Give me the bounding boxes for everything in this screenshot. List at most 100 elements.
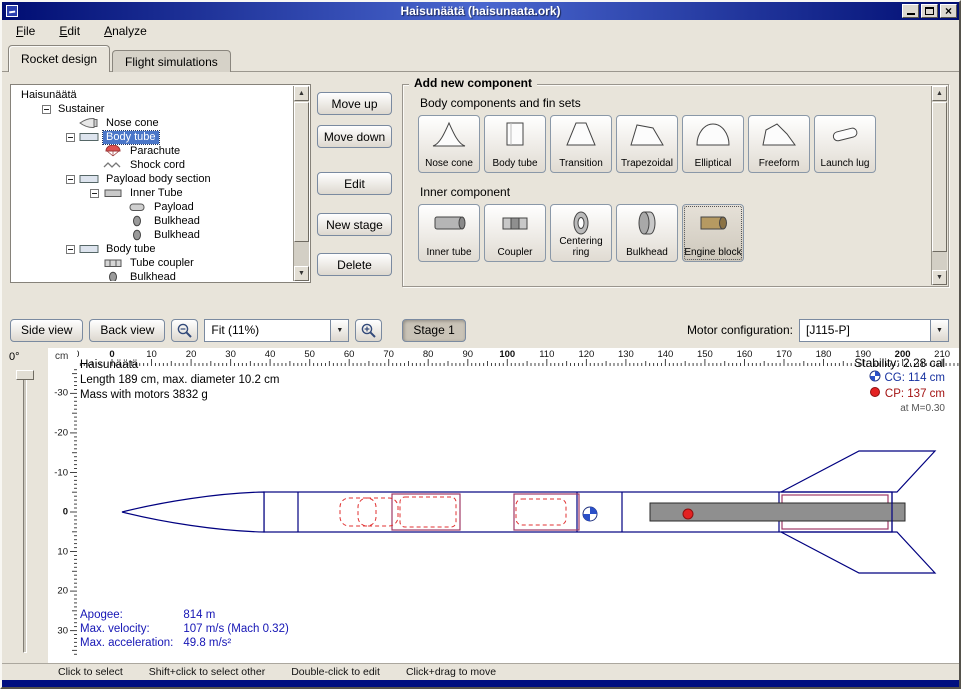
add-engine-block-button[interactable]: Engine block <box>682 204 744 262</box>
titlebar[interactable]: Haisunäätä (haisunaata.ork) <box>2 2 959 20</box>
tree-item-label: Payload <box>151 201 197 214</box>
zoom-select[interactable]: Fit (11%) ▼ <box>204 319 349 342</box>
menu-item-analyze[interactable]: Analyze <box>100 22 151 40</box>
close-icon <box>941 5 956 17</box>
scrollbar-thumb[interactable] <box>294 102 309 242</box>
body-tube-icon <box>79 131 100 143</box>
tree-item-label: Tube coupler <box>127 257 197 270</box>
stage-1-toggle[interactable]: Stage 1 <box>402 319 465 342</box>
shock-cord-icon <box>103 159 124 171</box>
tree-item[interactable]: Parachute <box>12 144 293 158</box>
stat-label: Max. acceleration: <box>80 637 173 649</box>
menu-item-file[interactable]: File <box>12 22 39 40</box>
close-button[interactable] <box>940 4 957 18</box>
rocket-view[interactable]: cm -100102030405060708090100110120130140… <box>48 348 959 663</box>
status-hint: Click+drag to move <box>406 666 496 678</box>
tree-item[interactable]: Inner Tube <box>12 186 293 200</box>
tree-expander-icon[interactable] <box>66 133 75 142</box>
bulkhead-icon <box>103 271 124 281</box>
side-view-button[interactable]: Side view <box>10 319 83 342</box>
delete-button[interactable]: Delete <box>317 253 392 276</box>
maximize-icon <box>925 7 934 15</box>
ruler-unit-label: cm <box>55 351 68 362</box>
tree-item-label: Payload body section <box>103 173 214 186</box>
chevron-down-icon[interactable]: ▼ <box>330 320 348 341</box>
maximize-button[interactable] <box>921 4 938 18</box>
add-fin-freeform-button[interactable]: Freeform <box>748 115 810 173</box>
tree-item[interactable]: Nose cone <box>12 116 293 130</box>
inner-tube-icon <box>103 187 124 199</box>
tree-expander-icon[interactable] <box>42 105 51 114</box>
add-body-tube-button[interactable]: Body tube <box>484 115 546 173</box>
cg-icon <box>869 370 881 386</box>
stat-value: 814 m <box>183 609 288 621</box>
zoom-out-button[interactable] <box>171 319 198 342</box>
tree-item-label: Body tube <box>103 131 159 144</box>
tree-item[interactable]: Payload <box>12 200 293 214</box>
tree-item[interactable]: Haisunäätä <box>12 88 293 102</box>
minimize-button[interactable] <box>902 4 919 18</box>
tree-item[interactable]: Body tube <box>12 130 293 144</box>
scroll-up-arrow-icon[interactable]: ▲ <box>294 86 309 101</box>
tab-rocket-design[interactable]: Rocket design <box>8 45 110 72</box>
scroll-up-arrow-icon[interactable]: ▲ <box>932 86 947 101</box>
motor-configuration-value: [J115-P] <box>800 323 930 337</box>
tree-item-label: Bulkhead <box>127 271 179 282</box>
add-panel-scrollbar[interactable]: ▲ ▼ <box>931 86 947 285</box>
rotation-slider-thumb[interactable] <box>16 370 34 380</box>
tree-item[interactable]: Bulkhead <box>12 228 293 242</box>
motor-configuration-group: Motor configuration: [J115-P] ▼ <box>687 319 949 342</box>
tree-item[interactable]: Shock cord <box>12 158 293 172</box>
zoom-in-button[interactable] <box>355 319 382 342</box>
edit-button[interactable]: Edit <box>317 172 392 195</box>
tab-flight-simulations[interactable]: Flight simulations <box>112 50 231 72</box>
cp-marker-icon <box>683 509 693 519</box>
tree-item[interactable]: Payload body section <box>12 172 293 186</box>
tab-bar: Rocket designFlight simulations <box>8 45 231 72</box>
add-centering-ring-button[interactable]: Centering ring <box>550 204 612 262</box>
tree-expander-icon[interactable] <box>90 189 99 198</box>
status-bar: Click to selectShift+click to select oth… <box>2 663 959 680</box>
tree-item[interactable]: Tube coupler <box>12 256 293 270</box>
nose-cone-outline[interactable] <box>122 492 264 532</box>
tree-item[interactable]: Bulkhead <box>12 214 293 228</box>
stat-label: Apogee: <box>80 609 173 621</box>
design-canvas: 0° cm -100102030405060708090100110120130… <box>2 348 959 663</box>
add-fin-elliptical-button[interactable]: Elliptical <box>682 115 744 173</box>
tree-actions: Move up Move down Edit New stage Delete <box>317 84 393 284</box>
add-inner-tube-button[interactable]: Inner tube <box>418 204 480 262</box>
component-tree[interactable]: HaisunäätäSustainerNose coneBody tubePar… <box>12 86 293 281</box>
bulkhead-icon <box>127 229 148 241</box>
menu-item-edit[interactable]: Edit <box>55 22 84 40</box>
tree-scrollbar[interactable]: ▲ ▼ <box>293 86 309 281</box>
tree-item[interactable]: Sustainer <box>12 102 293 116</box>
move-up-button[interactable]: Move up <box>317 92 392 115</box>
rotation-slider-track[interactable] <box>23 372 27 653</box>
tree-expander-icon[interactable] <box>66 175 75 184</box>
tree-item[interactable]: Bulkhead <box>12 270 293 281</box>
add-fin-trapezoidal-button[interactable]: Trapezoidal <box>616 115 678 173</box>
chevron-down-icon[interactable]: ▼ <box>930 320 948 341</box>
add-coupler-button[interactable]: Coupler <box>484 204 546 262</box>
add-transition-button[interactable]: Transition <box>550 115 612 173</box>
tree-item[interactable]: Body tube <box>12 242 293 256</box>
centering-ring-icon <box>561 209 601 237</box>
move-down-button[interactable]: Move down <box>317 125 392 148</box>
add-bulkhead-button[interactable]: Bulkhead <box>616 204 678 262</box>
back-view-button[interactable]: Back view <box>89 319 165 342</box>
scroll-down-arrow-icon[interactable]: ▼ <box>294 266 309 281</box>
coupler-icon <box>495 209 535 237</box>
new-stage-button[interactable]: New stage <box>317 213 392 236</box>
zoom-value: Fit (11%) <box>205 323 330 337</box>
zoom-out-magnifier-icon <box>176 322 193 339</box>
tree-expander-icon[interactable] <box>66 245 75 254</box>
fin-outline[interactable] <box>781 451 935 492</box>
tree-item-label: Nose cone <box>103 117 162 130</box>
scroll-down-arrow-icon[interactable]: ▼ <box>932 270 947 285</box>
motor-configuration-select[interactable]: [J115-P] ▼ <box>799 319 949 342</box>
stability-readout: Stability: 2.28 cal CG: 114 cm CP: 137 c… <box>854 356 945 416</box>
add-launch-lug-button[interactable]: Launch lug <box>814 115 876 173</box>
fin-outline[interactable] <box>781 532 935 573</box>
add-nose-cone-button[interactable]: Nose cone <box>418 115 480 173</box>
scrollbar-thumb[interactable] <box>932 102 947 252</box>
